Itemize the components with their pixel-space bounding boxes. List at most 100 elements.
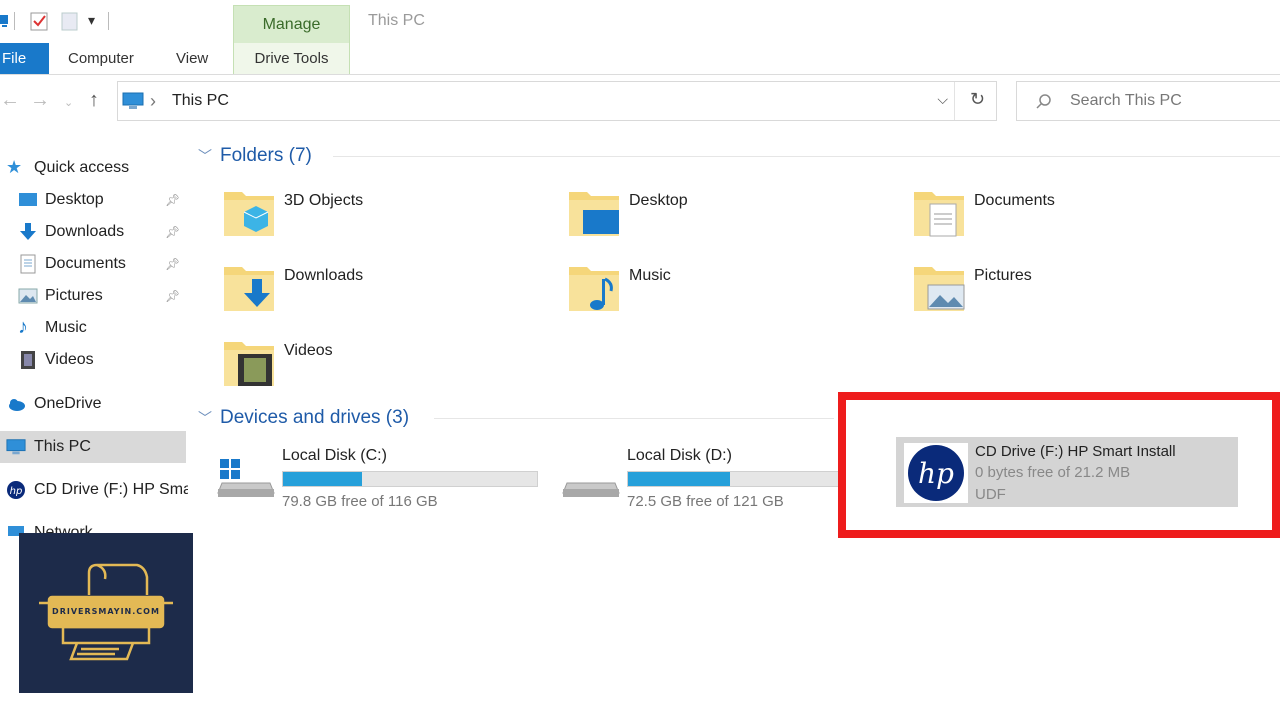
drive-usage-fill — [628, 472, 730, 486]
folder-desktop[interactable]: Desktop — [567, 186, 897, 250]
document-icon — [20, 254, 36, 274]
picture-icon — [18, 288, 38, 304]
group-header-devices[interactable]: ﹀ Devices and drives (3) — [198, 403, 834, 433]
music-note-icon — [569, 267, 619, 311]
folder-name: Documents — [974, 192, 1055, 209]
back-arrow-icon[interactable]: ← — [0, 89, 20, 112]
sidebar-item-desktop[interactable]: Desktop 📌︎ — [0, 184, 186, 216]
drive-name: Local Disk (C:) — [282, 447, 387, 464]
quick-access-toolbar: ▾ Manage This PC — [0, 0, 1280, 44]
hard-drive-icon — [562, 482, 620, 497]
address-bar[interactable]: › This PC ⌵ ↻ — [117, 81, 997, 121]
folder-videos[interactable]: Videos — [222, 336, 552, 400]
hp-logo-icon: hp — [7, 481, 25, 499]
sidebar-item-onedrive[interactable]: OneDrive — [0, 388, 186, 420]
sidebar-item-label: CD Drive (F:) HP Sma — [34, 481, 192, 498]
search-placeholder: Search This PC — [1070, 92, 1182, 109]
folder-name: 3D Objects — [284, 192, 364, 209]
drive-free-space: 0 bytes free of 21.2 MB — [975, 464, 1131, 481]
toolbar-divider — [14, 12, 15, 30]
sidebar-item-this-pc[interactable]: This PC — [0, 431, 186, 463]
toolbar-divider — [108, 12, 109, 30]
cloud-icon — [9, 399, 25, 411]
document-icon — [914, 192, 964, 237]
customize-toolbar-dropdown-icon[interactable]: ▾ — [88, 12, 95, 29]
collapse-chevron-icon[interactable]: ﹀ — [198, 408, 212, 428]
up-arrow-icon[interactable]: ↑ — [89, 89, 99, 112]
group-divider — [434, 418, 834, 419]
folder-name: Downloads — [284, 267, 364, 284]
sidebar-item-cd-drive[interactable]: hp CD Drive (F:) HP Sma — [0, 474, 192, 506]
sidebar-item-pictures[interactable]: Pictures 📌︎ — [0, 280, 186, 312]
pin-icon[interactable]: 📌︎ — [165, 289, 180, 303]
collapse-chevron-icon[interactable]: ﹀ — [198, 146, 212, 166]
tab-drive-tools[interactable]: Drive Tools — [233, 43, 350, 74]
folder-music[interactable]: Music — [567, 261, 897, 325]
folder-pictures[interactable]: Pictures — [912, 261, 1242, 325]
sidebar-item-music[interactable]: ♪ Music — [0, 312, 186, 344]
tab-manage[interactable]: Manage — [233, 5, 350, 43]
desktop-icon — [569, 192, 619, 236]
desktop-icon — [19, 193, 37, 206]
computer-icon[interactable] — [0, 11, 10, 31]
new-folder-icon[interactable] — [60, 11, 80, 31]
tab-file[interactable]: File — [0, 43, 49, 74]
svg-text:hp: hp — [10, 486, 23, 497]
music-note-icon: ♪ — [18, 316, 28, 338]
cube-icon — [224, 192, 274, 236]
properties-icon[interactable] — [29, 11, 49, 31]
windows-drive-icon — [217, 459, 275, 497]
drive-free-space: 79.8 GB free of 116 GB — [282, 493, 438, 510]
picture-icon — [914, 267, 965, 311]
sidebar-item-label: Desktop — [45, 191, 104, 208]
folder-3d-objects[interactable]: 3D Objects — [222, 186, 552, 250]
sidebar-item-videos[interactable]: Videos — [0, 344, 186, 376]
address-divider — [954, 82, 955, 120]
folder-name: Music — [629, 267, 671, 284]
group-divider — [333, 156, 1280, 157]
watermark-text: DRIVERSMAYIN.COM — [52, 607, 160, 616]
sidebar-item-quick-access[interactable]: ★ Quick access — [0, 152, 186, 184]
search-icon — [1036, 94, 1051, 109]
tab-view[interactable]: View — [176, 43, 208, 74]
search-input[interactable]: Search This PC — [1016, 81, 1280, 121]
film-icon — [224, 342, 274, 386]
drive-usage-fill — [283, 472, 362, 486]
this-pc-icon — [6, 439, 26, 455]
refresh-icon[interactable]: ↻ — [970, 89, 985, 110]
group-title: Folders (7) — [220, 145, 312, 166]
drive-usage-bar — [282, 471, 538, 487]
folder-downloads[interactable]: Downloads — [222, 261, 552, 325]
pin-icon[interactable]: 📌︎ — [165, 257, 180, 271]
pin-icon[interactable]: 📌︎ — [165, 225, 180, 239]
drive-free-space: 72.5 GB free of 121 GB — [627, 493, 784, 510]
watermark-logo: DRIVERSMAYIN.COM — [19, 533, 193, 693]
sidebar-item-label: Videos — [45, 351, 94, 368]
sidebar-item-documents[interactable]: Documents 📌︎ — [0, 248, 186, 280]
sidebar-item-label: This PC — [34, 438, 91, 455]
folder-name: Videos — [284, 342, 333, 359]
sidebar-item-label: Pictures — [45, 287, 103, 304]
star-icon: ★ — [6, 157, 23, 177]
breadcrumb-this-pc[interactable]: This PC — [172, 92, 229, 110]
recent-locations-chevron-icon[interactable]: ⌄ — [64, 96, 73, 109]
file-explorer-window: ▾ Manage This PC File Computer View Driv… — [0, 0, 1280, 720]
group-header-folders[interactable]: ﹀ Folders (7) — [198, 141, 1280, 171]
sidebar-item-downloads[interactable]: Downloads 📌︎ — [0, 216, 186, 248]
forward-arrow-icon[interactable]: → — [30, 89, 50, 112]
drive-c[interactable]: Local Disk (C:) 79.8 GB free of 116 GB — [216, 443, 546, 513]
breadcrumb-chevron-icon[interactable]: › — [150, 91, 156, 112]
pin-icon[interactable]: 📌︎ — [165, 193, 180, 207]
group-title: Devices and drives (3) — [220, 407, 410, 428]
download-arrow-icon — [20, 223, 36, 240]
sidebar-item-label: OneDrive — [34, 395, 102, 412]
navigation-bar: ← → ⌄ ↑ › This PC ⌵ ↻ Search This PC — [0, 76, 1280, 126]
sidebar-item-label: Downloads — [45, 223, 125, 240]
folder-documents[interactable]: Documents — [912, 186, 1242, 250]
drive-filesystem: UDF — [975, 486, 1006, 503]
hp-logo-text: hp — [918, 457, 954, 490]
address-dropdown-icon[interactable]: ⌵ — [937, 91, 948, 108]
tab-computer[interactable]: Computer — [68, 43, 134, 74]
sidebar-item-label: Music — [45, 319, 87, 336]
drive-name: CD Drive (F:) HP Smart Install — [975, 443, 1176, 460]
